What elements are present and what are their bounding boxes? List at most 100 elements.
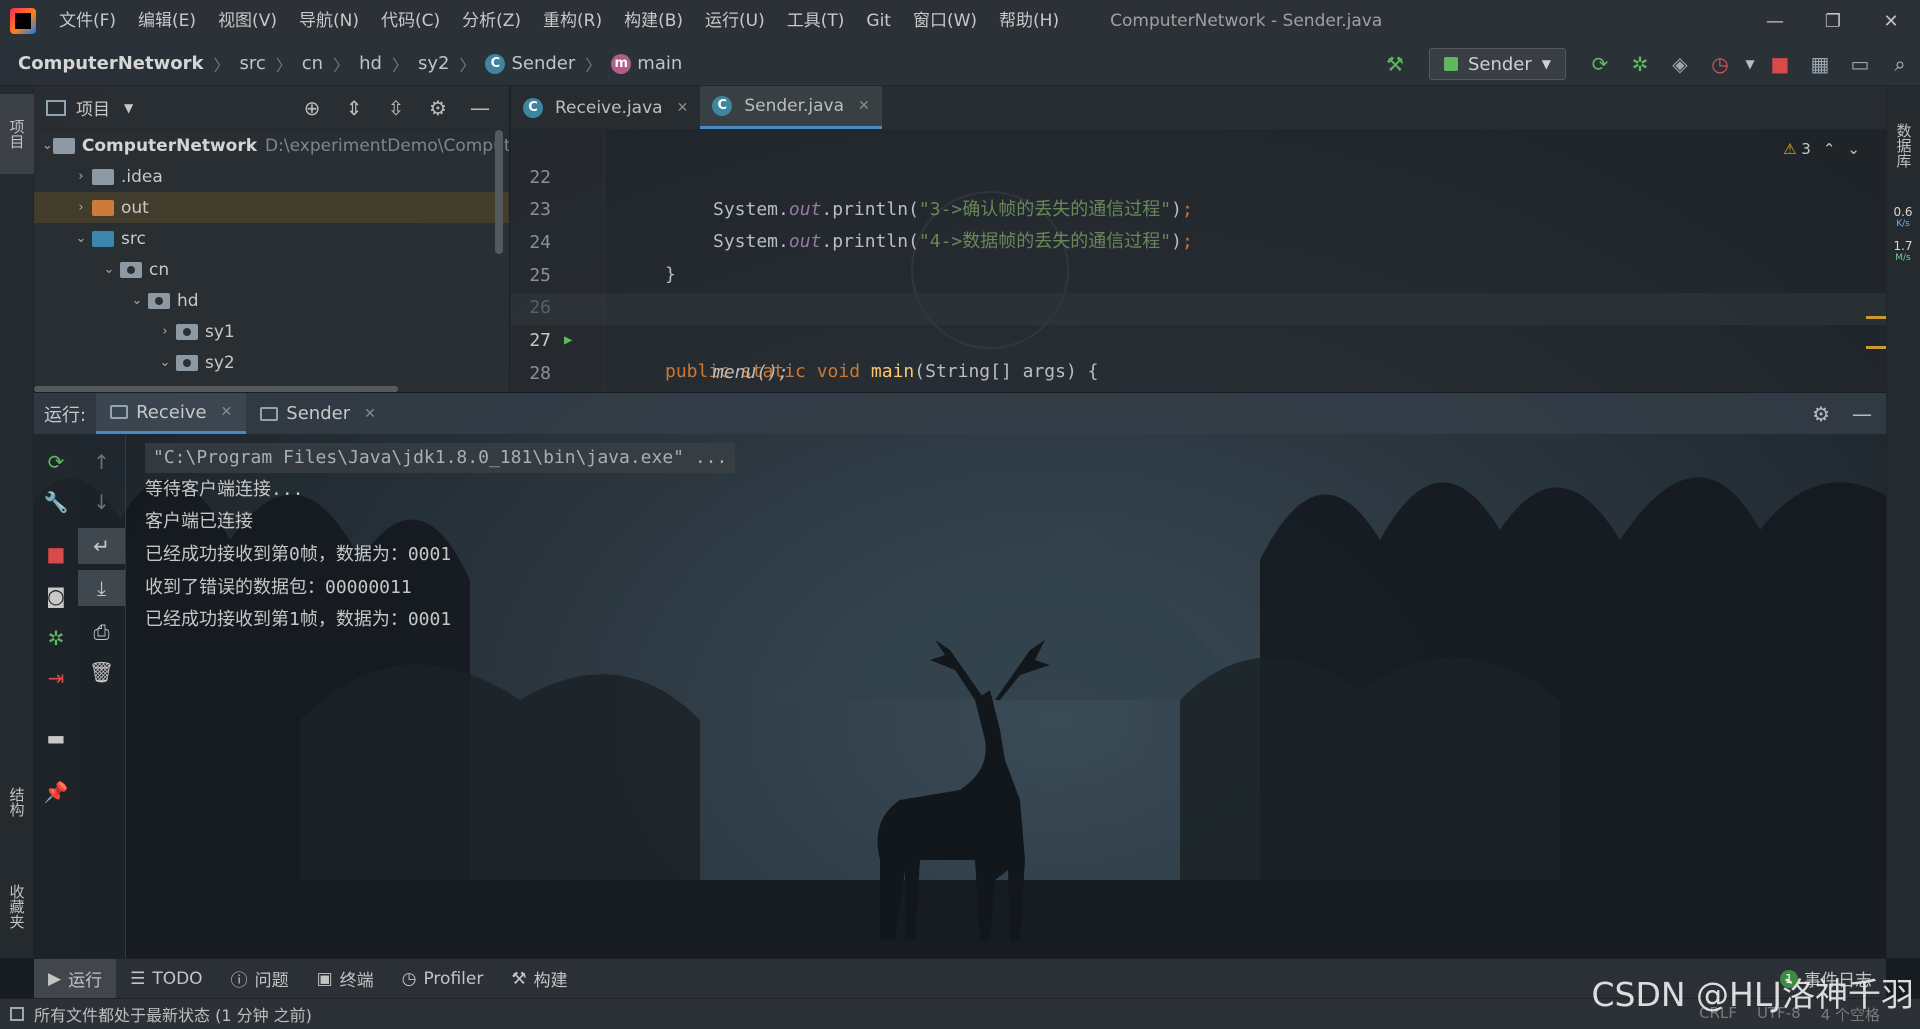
locate-target-icon[interactable]: ⊕ [291, 96, 333, 120]
tool-todo[interactable]: ☰ TODO [116, 959, 217, 999]
restore-icon[interactable]: ❐ [1804, 0, 1862, 42]
code-editor[interactable]: ⚠ 3 ⌃ ⌄ 22 System.out.println("3->确认帧的丢失… [511, 130, 1886, 392]
menu-refactor[interactable]: 重构(R) [532, 0, 613, 42]
menu-help[interactable]: 帮助(H) [988, 0, 1070, 42]
menu-run[interactable]: 运行(U) [694, 0, 776, 42]
menu-git[interactable]: Git [855, 0, 902, 42]
project-panel-title[interactable]: 项目 [76, 95, 110, 120]
tree-row-idea[interactable]: › .idea [34, 161, 509, 192]
close-icon[interactable]: ✕ [1862, 0, 1920, 42]
intellij-logo-icon[interactable] [10, 8, 36, 34]
chevron-right-icon[interactable]: › [70, 200, 92, 215]
favorites-tool-tab[interactable]: 收藏夹 [0, 856, 34, 956]
camera-icon[interactable]: ◙ [34, 578, 78, 614]
build-hammer-icon[interactable]: ⚒ [1375, 42, 1415, 86]
tree-row-src[interactable]: ⌄ src [34, 223, 509, 254]
chevron-down-icon[interactable]: ▼ [124, 101, 133, 115]
chevron-right-icon[interactable]: › [154, 324, 176, 339]
console-output[interactable]: "C:\Program Files\Java\jdk1.8.0_181\bin\… [127, 434, 1886, 958]
breadcrumb-project[interactable]: ComputerNetwork [18, 53, 203, 74]
print-icon[interactable]: ⎙ [78, 614, 125, 650]
stop-icon[interactable]: ■ [34, 536, 78, 572]
status-toggle-icon[interactable] [10, 1007, 24, 1021]
tab-receive-java[interactable]: C Receive.java ✕ [511, 86, 700, 129]
close-tab-icon[interactable]: ✕ [677, 100, 689, 116]
hide-panel-icon[interactable]: — [459, 96, 501, 120]
chevron-down-icon[interactable]: ⌄ [70, 231, 92, 246]
breadcrumb-class[interactable]: Sender [511, 53, 575, 74]
run-config-selector[interactable]: Sender ▼ [1428, 48, 1566, 80]
breadcrumb-sy2[interactable]: sy2 [418, 53, 449, 74]
project-structure-icon[interactable]: ▦ [1800, 42, 1840, 86]
gear-icon[interactable]: ⚙ [417, 96, 459, 120]
tree-row-out[interactable]: › out [34, 192, 509, 223]
close-tab-icon[interactable]: ✕ [858, 98, 870, 114]
gear-icon[interactable]: ⚙ [1812, 402, 1830, 426]
tool-build[interactable]: ⚒ 构建 [497, 959, 581, 999]
debug-bug-icon[interactable]: ✲ [34, 620, 78, 656]
tab-sender-java[interactable]: C Sender.java ✕ [700, 86, 882, 129]
chevron-down-icon[interactable]: ⌄ [126, 293, 148, 308]
menu-analyze[interactable]: 分析(Z) [451, 0, 532, 42]
rerun-icon[interactable]: ⟳ [1580, 42, 1620, 86]
tool-problems[interactable]: ⓘ 问题 [217, 959, 303, 999]
trash-icon[interactable]: 🗑 [78, 654, 125, 690]
structure-tool-tab[interactable]: 结构 [0, 762, 34, 842]
menu-view[interactable]: 视图(V) [207, 0, 288, 42]
arrow-down-icon[interactable]: ↓ [78, 484, 125, 520]
breadcrumb-src[interactable]: src [239, 53, 265, 74]
tree-row-sy2[interactable]: ⌄ sy2 [34, 347, 509, 378]
breadcrumb-cn[interactable]: cn [302, 53, 323, 74]
close-tab-icon[interactable]: ✕ [221, 404, 233, 420]
menu-build[interactable]: 构建(B) [613, 0, 694, 42]
menu-navigate[interactable]: 导航(N) [288, 0, 370, 42]
menu-code[interactable]: 代码(C) [370, 0, 451, 42]
expand-all-icon[interactable]: ⇕ [333, 96, 375, 120]
error-stripe-mark[interactable] [1866, 346, 1886, 349]
menu-window[interactable]: 窗口(W) [902, 0, 988, 42]
tree-row-cn[interactable]: ⌄ cn [34, 254, 509, 285]
menu-edit[interactable]: 编辑(E) [127, 0, 207, 42]
tool-terminal[interactable]: ▣ 终端 [303, 959, 388, 999]
chevron-right-icon[interactable]: › [70, 169, 92, 184]
wrench-icon[interactable]: 🔧 [34, 484, 78, 520]
breadcrumb-hd[interactable]: hd [359, 53, 382, 74]
pin-icon[interactable]: 📌 [34, 774, 78, 810]
close-tab-icon[interactable]: ✕ [364, 406, 376, 422]
hide-panel-icon[interactable]: — [1852, 402, 1872, 426]
minimize-icon[interactable]: — [1746, 0, 1804, 42]
project-tool-tab[interactable]: 项目 [0, 94, 34, 174]
profiler-icon[interactable]: ◷ [1700, 42, 1740, 86]
arrow-up-icon[interactable]: ↑ [78, 444, 125, 480]
menu-tools[interactable]: 工具(T) [776, 0, 856, 42]
tool-run[interactable]: ▶ 运行 [34, 958, 117, 999]
menu-file[interactable]: 文件(F) [48, 0, 127, 42]
chevron-down-icon[interactable]: ⌄ [98, 262, 120, 277]
breadcrumb-method[interactable]: main [637, 53, 682, 74]
more-run-arrow-icon[interactable]: ▼ [1740, 42, 1760, 86]
stop-icon[interactable]: ■ [1760, 42, 1800, 86]
layout-icon[interactable]: ▬ [34, 720, 78, 756]
database-tool-tab[interactable]: 数据库 [1887, 100, 1920, 190]
coverage-icon[interactable]: ◈ [1660, 42, 1700, 86]
tool-label: 终端 [339, 971, 374, 991]
terminal-icon: ▣ [316, 968, 333, 989]
error-stripe-mark[interactable] [1866, 316, 1886, 319]
tool-profiler[interactable]: ◷ Profiler [388, 959, 498, 999]
rerun-icon[interactable]: ⟳ [34, 444, 78, 480]
tree-row-project[interactable]: ⌄ ComputerNetwork D:\experimentDemo\Comp… [34, 130, 509, 161]
chevron-down-icon[interactable]: ⌄ [154, 355, 176, 370]
terminal-window-icon[interactable]: ▭ [1840, 42, 1880, 86]
tree-row-hd[interactable]: ⌄ hd [34, 285, 509, 316]
chevron-down-icon[interactable]: ⌄ [42, 138, 53, 153]
search-icon[interactable]: ⌕ [1880, 42, 1920, 86]
scroll-to-end-icon[interactable]: ⤓ [78, 570, 125, 606]
run-tab-sender[interactable]: Sender ✕ [246, 393, 390, 434]
tree-row-sy1[interactable]: › sy1 [34, 316, 509, 347]
collapse-all-icon[interactable]: ⇳ [375, 96, 417, 120]
tree-scrollbar[interactable] [495, 130, 503, 254]
debug-bug-icon[interactable]: ✲ [1620, 42, 1660, 86]
exit-icon[interactable]: ⇥ [34, 660, 78, 696]
soft-wrap-icon[interactable]: ↵ [78, 528, 125, 564]
run-tab-receive[interactable]: Receive ✕ [96, 393, 247, 434]
